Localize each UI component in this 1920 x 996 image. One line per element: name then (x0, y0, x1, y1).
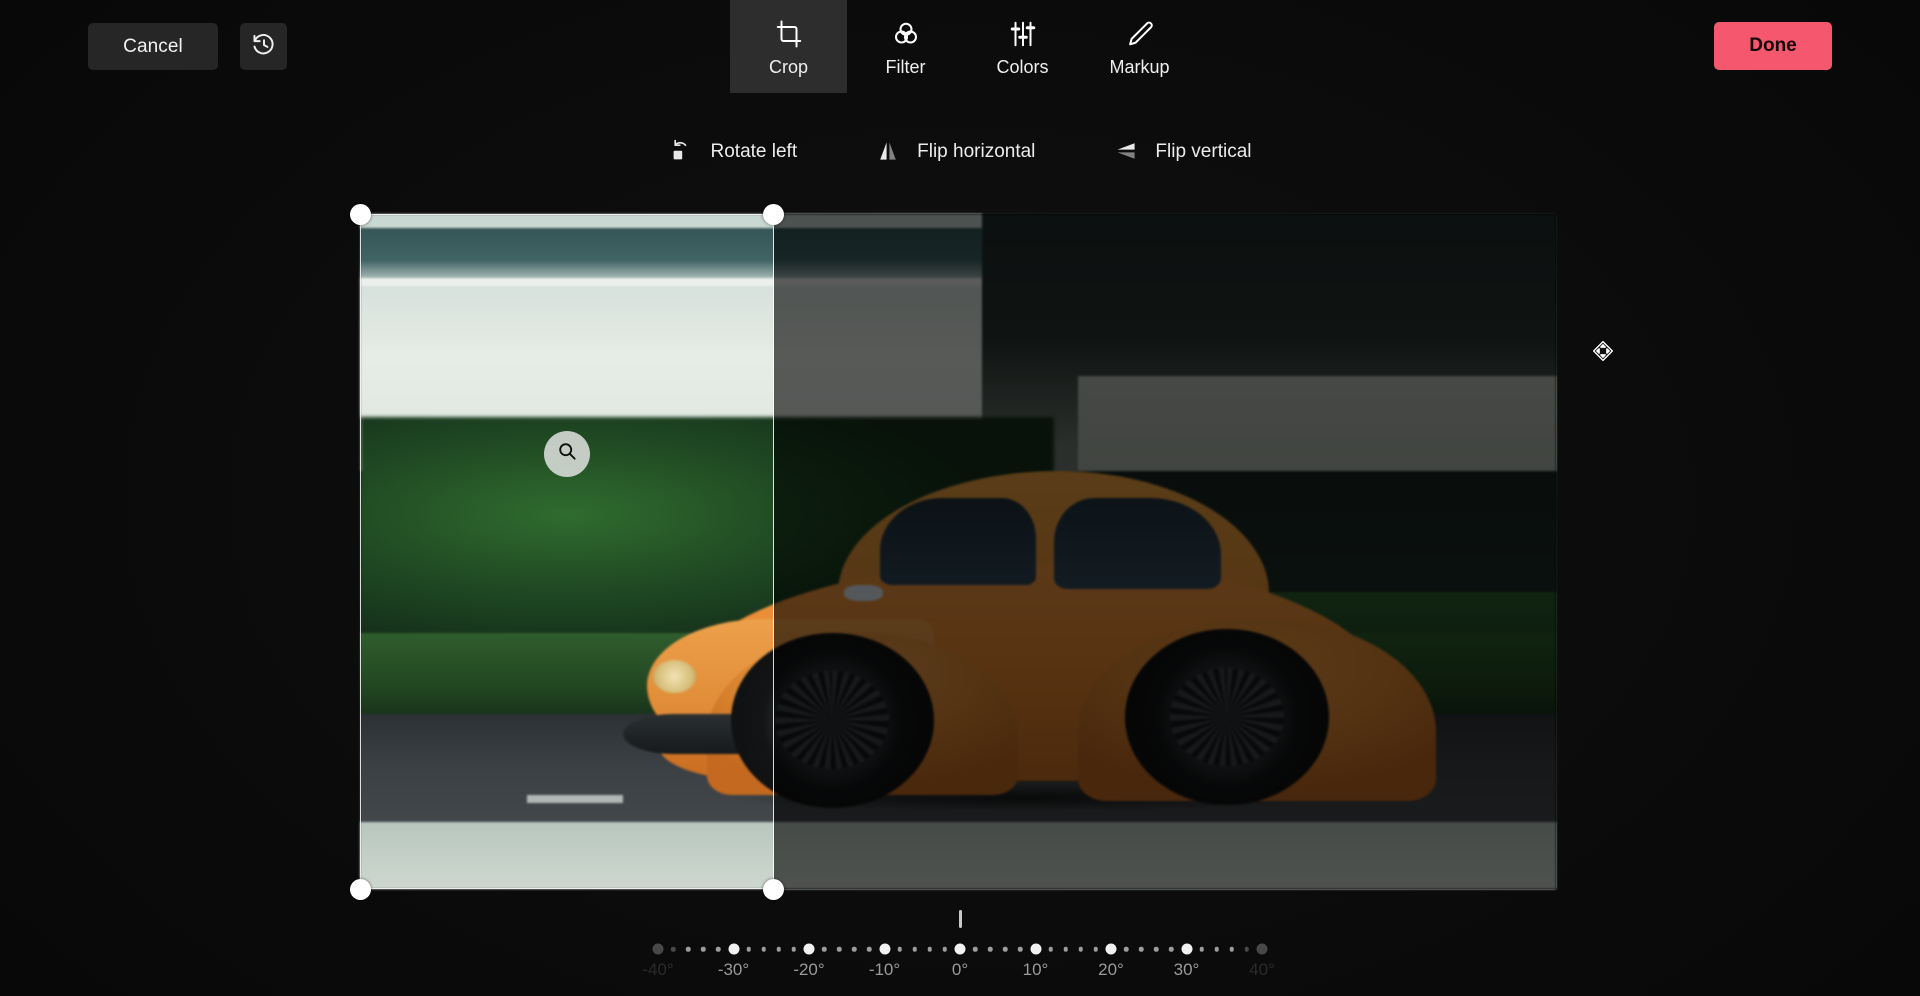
rotation-tick-minor (746, 946, 751, 952)
rotation-label: 30° (1173, 960, 1200, 979)
rotation-tick-minor (1244, 946, 1250, 952)
flip-vertical-icon (1113, 138, 1139, 164)
tab-markup-label: Markup (1109, 57, 1170, 77)
image-canvas[interactable] (349, 203, 1556, 900)
image-editor-root: Cancel Crop Filter Colors Markup Done Ro… (0, 0, 1920, 996)
zoom-magnifier-button[interactable] (543, 430, 590, 477)
tab-markup[interactable]: Markup (1081, 0, 1198, 93)
flip-vertical-label: Flip vertical (1155, 140, 1252, 162)
rotation-tick-minor (972, 946, 978, 952)
rotation-tick-minor (1229, 946, 1235, 952)
rotate-left-button[interactable]: Rotate left (661, 132, 806, 170)
photo-orange-beetle-car (360, 214, 1556, 889)
rotation-tick-minor (1123, 946, 1129, 952)
rotation-tick-minor (761, 946, 766, 952)
rotation-tick-major (803, 943, 815, 955)
crop-icon (774, 17, 804, 51)
crop-handle-top-left[interactable] (349, 203, 371, 225)
crop-tools-toolbar: Rotate left Flip horizontal Flip vertica… (0, 125, 1920, 177)
tab-colors[interactable]: Colors (964, 0, 1081, 93)
pencil-icon (1125, 17, 1155, 51)
rotation-tick-minor (1078, 946, 1084, 952)
done-button-label: Done (1749, 35, 1797, 56)
rotation-tick-minor (1093, 946, 1099, 952)
rotation-tick-minor (821, 946, 827, 952)
rotation-tick-minor (685, 946, 691, 952)
rotation-tick-major (954, 943, 966, 955)
rotation-label: 10° (1022, 960, 1049, 979)
rotation-label: -10° (868, 960, 901, 979)
rotation-tick-minor (1018, 946, 1023, 952)
rotation-label: 40° (1249, 960, 1275, 979)
tab-crop-label: Crop (768, 57, 808, 77)
rotation-label: -30° (717, 960, 750, 979)
rotation-label: 20° (1098, 960, 1124, 979)
rotation-tick-minor (716, 946, 721, 952)
rotation-tick-major (879, 943, 890, 955)
cancel-button-label: Cancel (123, 35, 183, 57)
filter-rings-icon (891, 17, 921, 51)
rotation-slider[interactable]: -40° -30° -20° -10° 0° 10° 20° 30° 40° (0, 896, 1920, 996)
cancel-button[interactable]: Cancel (88, 23, 218, 70)
rotation-tick-minor (670, 946, 676, 952)
rotate-left-icon (669, 138, 695, 164)
rotation-tick-major (1030, 943, 1041, 955)
rotation-tick-minor (912, 946, 917, 952)
sliders-icon (1008, 17, 1038, 51)
rotation-tick-minor (1003, 946, 1008, 952)
rotation-tick-major (728, 943, 739, 955)
history-restore-button[interactable] (240, 23, 287, 70)
history-restore-icon (251, 32, 277, 61)
rotation-slider-indicator (958, 910, 962, 928)
rotation-tick-minor (897, 946, 902, 952)
rotation-label: 0° (951, 960, 969, 979)
rotation-tick-minor (1214, 946, 1219, 952)
rotation-slider-ticks (0, 940, 1920, 958)
rotation-tick-minor (1154, 946, 1159, 952)
rotation-tick-major (1181, 943, 1192, 955)
crop-handle-top-right[interactable] (763, 203, 785, 225)
done-button[interactable]: Done (1714, 22, 1832, 70)
flip-horizontal-icon (875, 138, 901, 164)
tab-filter[interactable]: Filter (847, 0, 964, 93)
rotate-left-label: Rotate left (710, 140, 798, 162)
top-toolbar: Cancel Crop Filter Colors Markup Done (0, 0, 1920, 93)
rotation-tick-major (1256, 943, 1268, 955)
rotation-tick-minor (791, 946, 797, 952)
rotation-tick-minor (836, 946, 842, 952)
magnifier-icon (556, 440, 578, 467)
tab-filter-label: Filter (885, 57, 926, 77)
flip-horizontal-label: Flip horizontal (917, 140, 1036, 162)
rotation-tick-major (1105, 943, 1117, 955)
rotation-tick-minor (701, 946, 706, 952)
rotation-slider-labels: -40° -30° -20° -10° 0° 10° 20° 30° 40° (0, 960, 1920, 986)
tab-colors-label: Colors (996, 57, 1049, 77)
rotation-tick-minor (987, 946, 993, 952)
rotation-tick-minor (1199, 946, 1204, 952)
move-cursor-icon (1592, 340, 1614, 362)
flip-vertical-button[interactable]: Flip vertical (1105, 132, 1259, 170)
flip-horizontal-button[interactable]: Flip horizontal (867, 132, 1043, 170)
editor-tab-bar: Crop Filter Colors Markup (730, 0, 1198, 93)
rotation-tick-minor (1138, 946, 1144, 952)
tab-crop[interactable]: Crop (730, 0, 847, 93)
rotation-tick-minor (1169, 946, 1174, 952)
rotation-tick-minor (776, 946, 782, 952)
rotation-label: -20° (793, 960, 825, 979)
rotation-tick-minor (927, 946, 933, 952)
rotation-tick-minor (942, 946, 948, 952)
rotation-tick-minor (1048, 946, 1053, 952)
rotation-label: -40° (642, 960, 674, 979)
rotation-tick-minor (1063, 946, 1068, 952)
rotation-tick-minor (867, 946, 872, 952)
rotation-tick-minor (852, 946, 857, 952)
rotation-tick-major (652, 943, 664, 955)
